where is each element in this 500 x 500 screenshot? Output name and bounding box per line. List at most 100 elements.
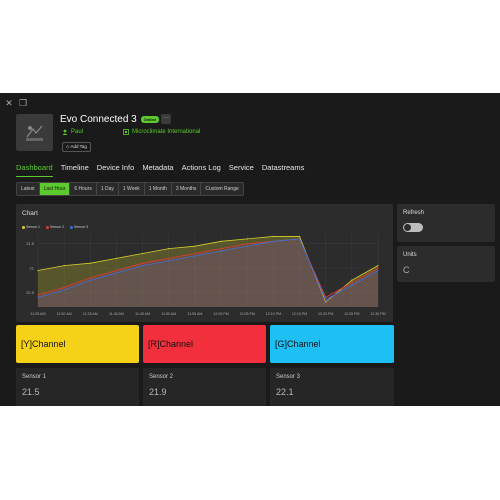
x-tick-label: 12:00 PM [213,312,228,316]
data-point [168,248,170,250]
data-point [37,269,39,272]
data-point [377,265,379,267]
data-point [194,255,196,257]
channel-tile-y[interactable]: [Y]Channel [16,325,139,363]
chart-panel: Chart Sensor 1 Sensor 2 Sensor 3 11:25 AM 1… [16,204,393,322]
y-tick-label: 21.5 [26,241,35,246]
data-point [168,260,170,262]
data-point [115,257,118,259]
data-point [351,282,353,284]
x-tick-label: 11:55 AM [187,312,202,316]
channel-tile-g[interactable]: [G]Channel [270,325,394,363]
more-button[interactable]: ··· [161,114,171,124]
range-1-month[interactable]: 1 Month [145,183,172,195]
data-point [37,296,39,298]
sensor-tile-3: Sensor 3 22.1 [270,368,394,406]
tab-service[interactable]: Service [229,163,254,177]
tab-datastreams[interactable]: Datastreams [262,163,305,177]
refresh-label: Refresh [403,210,425,216]
add-tag-button[interactable]: ◇ Add Tag [62,142,91,152]
x-tick-label: 12:10 PM [266,312,281,316]
tab-dashboard[interactable]: Dashboard [16,163,53,177]
y-tick-label: 20.5 [26,290,35,295]
toggle-knob [404,224,411,231]
x-tick-label: 11:45 AM [135,312,150,316]
data-point [142,262,144,264]
tab-timeline[interactable]: Timeline [61,163,89,177]
sensor-label: Sensor 1 [22,374,47,380]
refresh-panel: Refresh [397,204,495,242]
channel-tile-r[interactable]: [R]Channel [143,325,266,363]
range-last-hour[interactable]: Last Hour [39,183,71,195]
owner-name: Paul [71,129,84,135]
close-icon[interactable]: ✕ [4,98,14,108]
units-panel: Units C [397,246,495,282]
x-tick-label: 12:20 PM [318,312,333,316]
x-tick-label: 12:05 PM [240,312,255,316]
data-point [89,262,91,264]
range-3-months[interactable]: 3 Months [172,183,202,195]
organization-link[interactable]: Microclimate International [123,129,200,135]
time-range-selector: Latest Last Hour 6 Hours 1 Day 1 Week 1 Month… [16,182,244,196]
data-point [194,245,196,247]
data-point [246,238,248,240]
sensor-label: Sensor 3 [276,374,301,380]
tab-metadata[interactable]: Metadata [142,163,173,177]
units-label: Units [403,252,417,258]
sensor-tile-2: Sensor 2 21.9 [143,368,266,406]
user-icon [62,129,68,135]
data-point [115,272,118,274]
data-point [115,269,118,272]
sensor-value: 21.9 [149,387,167,397]
range-1-week[interactable]: 1 Week [119,183,145,195]
data-point [168,257,170,259]
sensor-label: Sensor 2 [149,374,174,380]
range-latest[interactable]: Latest [17,183,40,195]
tab-device-info[interactable]: Device Info [97,163,135,177]
data-point [351,284,353,286]
data-point [298,235,301,238]
data-point [194,252,196,255]
range-6-hours[interactable]: 6 Hours [70,183,97,195]
window-controls: ✕ ❐ [4,98,28,108]
device-title: Evo Connected 3 Online [60,114,160,125]
tag-icon: ◇ [66,144,70,149]
data-point [351,279,353,281]
line-chart: 11:25 AM 11:30 AM 11:35 AM 11:40 AM 11:45 AM… [26,234,386,316]
range-custom-range[interactable]: Custom Range [201,183,242,195]
x-tick-label: 12:15 PM [292,312,307,316]
organization-icon [123,129,129,135]
data-point [325,296,327,298]
app-window: ✕ ❐ Evo Connected 3 Online ··· Paul Micr… [0,93,500,406]
device-placeholder-icon [26,125,43,141]
data-point [246,245,248,247]
channel-label: [G]Channel [275,339,321,349]
data-point [272,235,274,238]
sensor-value: 22.1 [276,387,294,397]
data-point [63,265,65,267]
x-tick-label: 11:25 AM [31,312,46,316]
data-point [37,294,39,296]
data-point [220,250,222,252]
x-tick-label: 11:30 AM [57,312,72,316]
x-tick-label: 11:35 AM [83,312,98,316]
data-point [246,243,248,245]
data-point [220,240,222,242]
data-point [325,299,327,301]
x-tick-label: 12:25 PM [344,312,359,316]
restore-icon[interactable]: ❐ [18,98,28,108]
device-thumbnail [16,114,53,151]
units-value: C [403,265,410,275]
data-point [89,279,91,281]
refresh-toggle[interactable] [403,223,423,232]
tab-bar: Dashboard Timeline Device Info Metadata Acti… [16,163,304,177]
x-tick-label: 11:50 AM [161,312,176,316]
tab-actions-log[interactable]: Actions Log [182,163,221,177]
data-point [272,240,274,242]
owner-link[interactable]: Paul [62,129,83,135]
add-tag-label: Add Tag [70,144,87,149]
range-1-day[interactable]: 1 Day [97,183,119,195]
channel-label: [Y]Channel [21,339,66,349]
sensor-value: 21.5 [22,387,40,397]
sensor-tile-1: Sensor 1 21.5 [16,368,139,406]
